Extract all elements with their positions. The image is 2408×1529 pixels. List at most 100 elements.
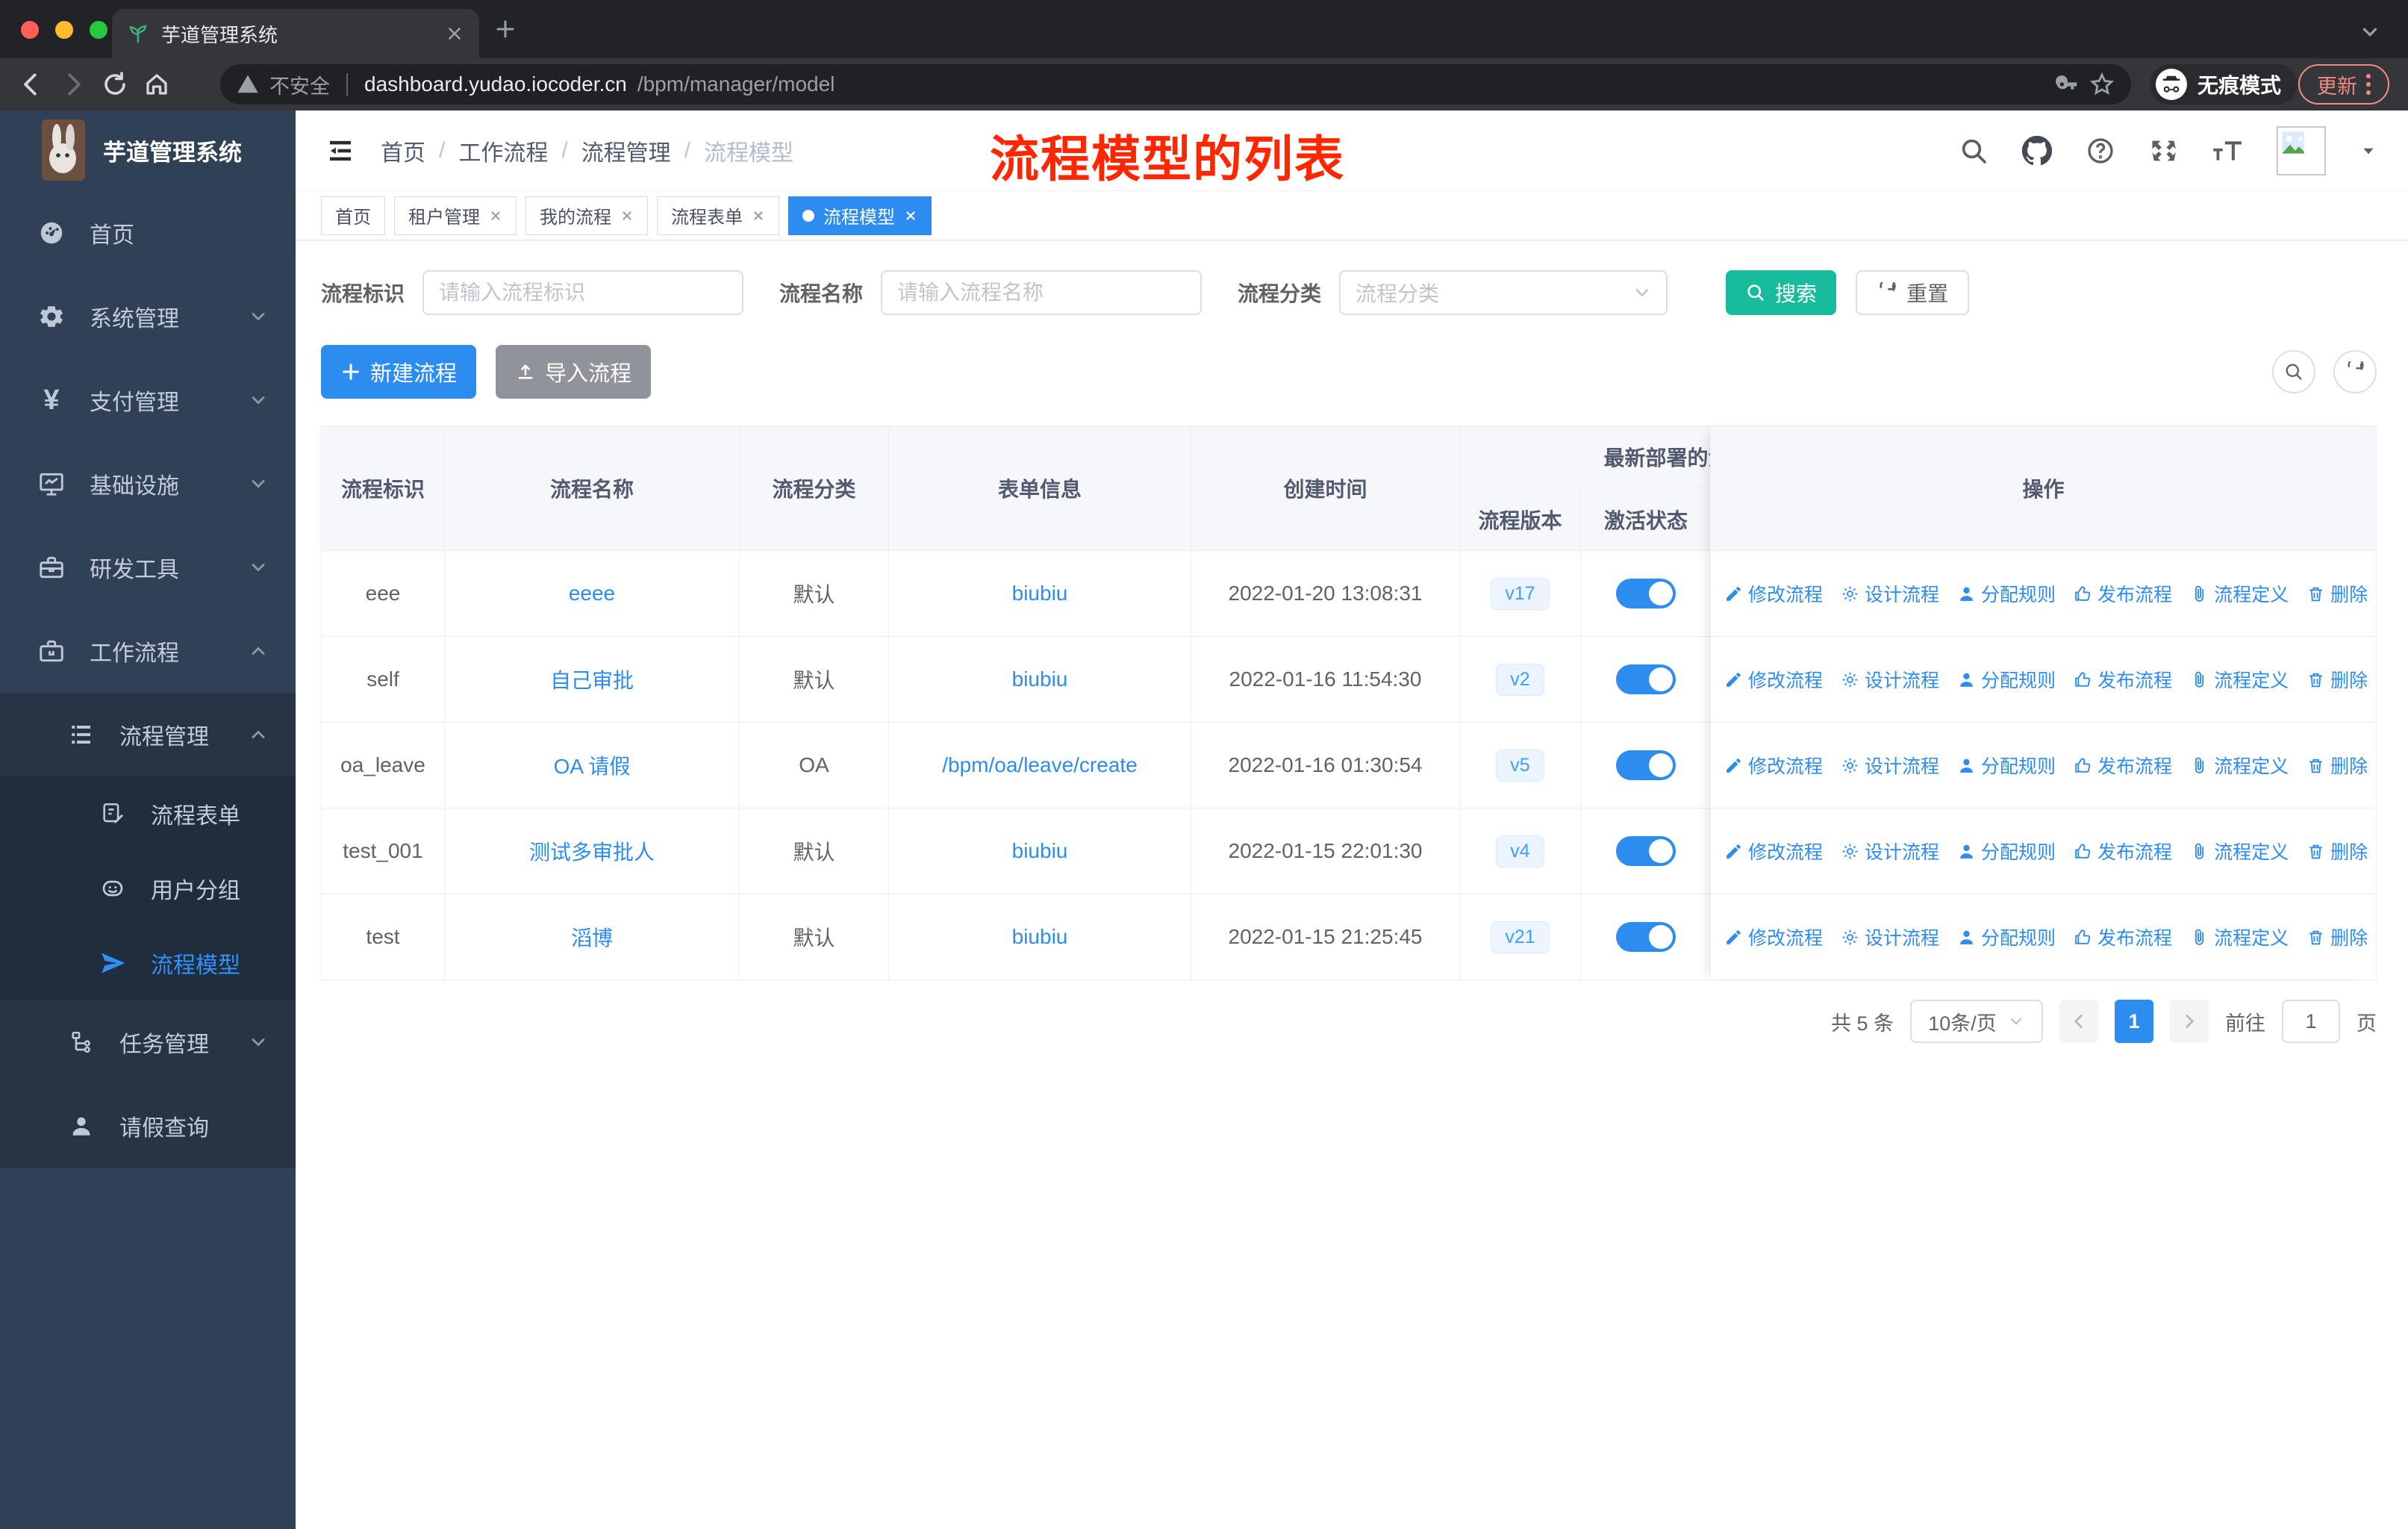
tag-process-form[interactable]: 流程表单 (657, 196, 779, 235)
form-info-link[interactable]: biubiu (1012, 839, 1068, 863)
action-assign-rule-link[interactable]: 分配规则 (1957, 580, 2056, 607)
breadcrumb-workflow[interactable]: 工作流程 (458, 134, 548, 167)
sidebar-item-leave-query[interactable]: 请假查询 (0, 1084, 296, 1168)
github-icon[interactable] (2021, 135, 2053, 166)
tab-search-chevron-icon[interactable] (2359, 21, 2381, 43)
active-toggle[interactable] (1616, 750, 1676, 780)
process-category-select[interactable]: 流程分类 (1339, 270, 1668, 315)
sidebar-item-infrastructure[interactable]: 基础设施 (0, 442, 296, 526)
browser-update-button[interactable]: 更新 (2298, 64, 2389, 105)
reset-button[interactable]: 重置 (1856, 270, 1970, 315)
tag-home[interactable]: 首页 (321, 196, 385, 235)
close-tab-icon[interactable] (445, 24, 464, 43)
sidebar-item-process-model[interactable]: 流程模型 (0, 926, 296, 1000)
import-process-button[interactable]: 导入流程 (496, 345, 652, 399)
refresh-table-button[interactable] (2333, 350, 2377, 393)
sidebar-item-system[interactable]: 系统管理 (0, 275, 296, 358)
action-edit-link[interactable]: 修改流程 (1724, 666, 1823, 693)
user-avatar[interactable] (2277, 126, 2326, 175)
close-tag-icon[interactable] (620, 209, 634, 222)
back-button[interactable] (10, 63, 52, 105)
action-definition-link[interactable]: 流程定义 (2190, 752, 2289, 779)
action-edit-link[interactable]: 修改流程 (1724, 838, 1823, 865)
active-toggle[interactable] (1616, 836, 1676, 866)
maximize-window-button[interactable] (90, 21, 107, 39)
search-button[interactable]: 搜索 (1726, 270, 1837, 315)
sidebar-item-process-management[interactable]: 流程管理 (0, 693, 296, 776)
breadcrumb-process-management[interactable]: 流程管理 (581, 134, 671, 167)
action-assign-rule-link[interactable]: 分配规则 (1957, 924, 2056, 950)
action-definition-link[interactable]: 流程定义 (2190, 838, 2289, 865)
action-delete-link[interactable]: 删除 (2306, 838, 2368, 865)
action-definition-link[interactable]: 流程定义 (2190, 924, 2289, 950)
action-publish-link[interactable]: 发布流程 (2074, 580, 2172, 607)
close-tag-icon[interactable] (752, 209, 765, 222)
close-tag-icon[interactable] (489, 209, 502, 222)
action-delete-link[interactable]: 删除 (2306, 752, 2368, 779)
process-name-input[interactable] (881, 270, 1203, 315)
sidebar-item-dev-tools[interactable]: 研发工具 (0, 526, 296, 609)
action-delete-link[interactable]: 删除 (2306, 666, 2368, 693)
address-bar[interactable]: 不安全 dashboard.yudao.iocoder.cn/bpm/manag… (220, 64, 2131, 105)
process-id-input[interactable] (422, 270, 744, 315)
tag-my-process[interactable]: 我的流程 (525, 196, 648, 235)
close-window-button[interactable] (21, 21, 39, 39)
sidebar-item-task-management[interactable]: 任务管理 (0, 1000, 296, 1084)
process-name-link[interactable]: 自己审批 (550, 664, 634, 694)
sidebar-item-user-group[interactable]: 用户分组 (0, 851, 296, 926)
action-edit-link[interactable]: 修改流程 (1724, 580, 1823, 607)
page-size-select[interactable]: 10条/页 (1910, 1000, 2043, 1043)
minimize-window-button[interactable] (55, 21, 73, 39)
active-toggle[interactable] (1616, 664, 1676, 694)
process-name-link[interactable]: OA 请假 (554, 750, 631, 780)
action-design-link[interactable]: 设计流程 (1841, 838, 1939, 865)
current-page-button[interactable]: 1 (2115, 1000, 2153, 1043)
action-design-link[interactable]: 设计流程 (1841, 752, 1939, 779)
font-size-icon[interactable] (2211, 136, 2244, 166)
process-name-link[interactable]: 滔博 (571, 922, 613, 952)
action-delete-link[interactable]: 删除 (2306, 924, 2368, 950)
form-info-link[interactable]: biubiu (1012, 925, 1068, 949)
search-icon[interactable] (1959, 136, 1989, 166)
sidebar-item-payment[interactable]: ¥ 支付管理 (0, 358, 296, 442)
action-design-link[interactable]: 设计流程 (1841, 580, 1939, 607)
new-tab-button[interactable] (493, 16, 518, 42)
action-publish-link[interactable]: 发布流程 (2074, 838, 2172, 865)
user-menu-caret-icon[interactable] (2359, 141, 2378, 161)
create-process-button[interactable]: 新建流程 (321, 345, 477, 399)
show-search-button[interactable] (2272, 350, 2315, 393)
active-toggle[interactable] (1616, 922, 1676, 952)
form-info-link[interactable]: /bpm/oa/leave/create (942, 753, 1138, 777)
action-design-link[interactable]: 设计流程 (1841, 924, 1939, 950)
password-key-icon[interactable] (2055, 72, 2079, 96)
action-delete-link[interactable]: 删除 (2306, 580, 2368, 607)
process-name-link[interactable]: eeee (569, 582, 615, 605)
action-publish-link[interactable]: 发布流程 (2074, 924, 2172, 950)
bookmark-star-icon[interactable] (2089, 72, 2115, 97)
action-assign-rule-link[interactable]: 分配规则 (1957, 838, 2056, 865)
sidebar-collapse-icon[interactable] (322, 133, 358, 169)
close-tag-icon[interactable] (904, 209, 917, 222)
action-edit-link[interactable]: 修改流程 (1724, 924, 1823, 950)
action-assign-rule-link[interactable]: 分配规则 (1957, 752, 2056, 779)
app-logo-row[interactable]: 芋道管理系统 (0, 110, 296, 190)
action-design-link[interactable]: 设计流程 (1841, 666, 1939, 693)
tag-process-model[interactable]: 流程模型 (788, 196, 932, 235)
action-publish-link[interactable]: 发布流程 (2074, 666, 2172, 693)
sidebar-item-process-form[interactable]: 流程表单 (0, 776, 296, 851)
action-definition-link[interactable]: 流程定义 (2190, 666, 2289, 693)
form-info-link[interactable]: biubiu (1012, 667, 1068, 691)
action-publish-link[interactable]: 发布流程 (2074, 752, 2172, 779)
sidebar-item-home[interactable]: 首页 (0, 191, 296, 275)
home-button[interactable] (136, 63, 178, 105)
browser-menu-icon[interactable] (2366, 74, 2371, 95)
action-edit-link[interactable]: 修改流程 (1724, 752, 1823, 779)
browser-tab[interactable]: 芋道管理系统 (112, 9, 479, 58)
active-toggle[interactable] (1616, 579, 1676, 608)
goto-page-input[interactable] (2282, 1000, 2340, 1043)
form-info-link[interactable]: biubiu (1012, 582, 1068, 605)
reload-button[interactable] (94, 63, 136, 105)
next-page-button[interactable] (2170, 1000, 2209, 1043)
sidebar-item-workflow[interactable]: 工作流程 (0, 609, 296, 693)
tag-tenant[interactable]: 租户管理 (394, 196, 517, 235)
